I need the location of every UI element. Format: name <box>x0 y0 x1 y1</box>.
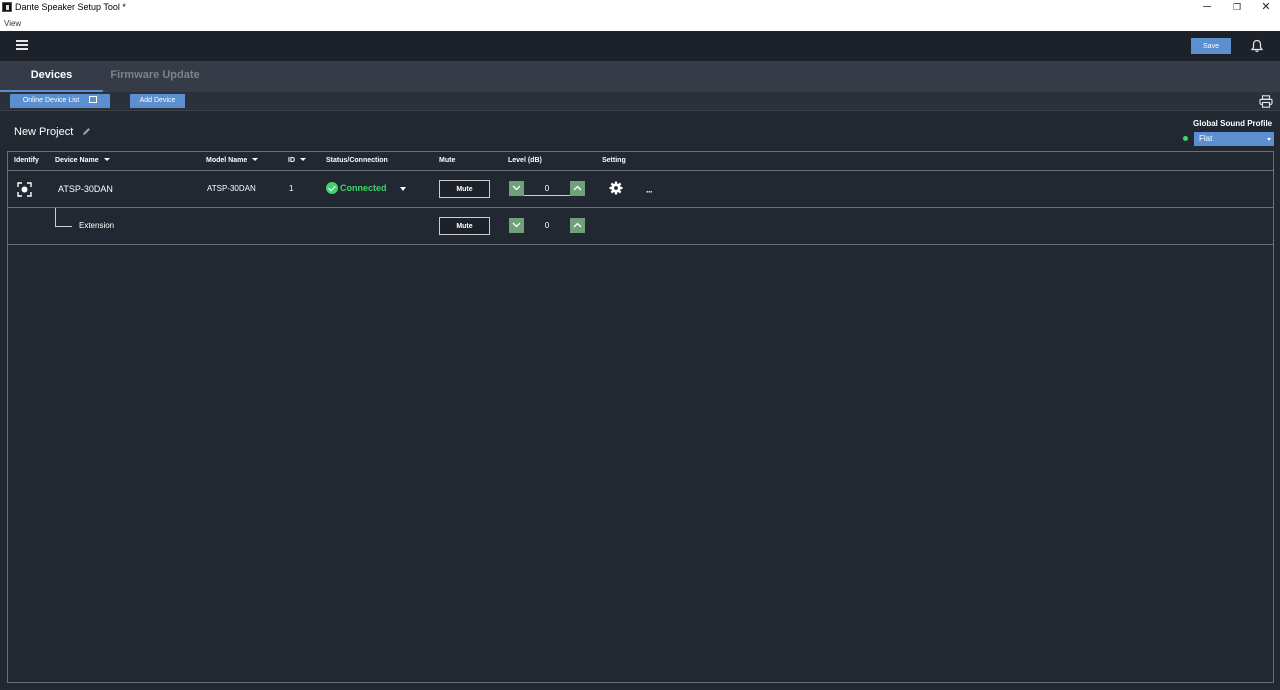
level-down-button[interactable] <box>509 218 524 233</box>
global-sound-profile-label: Global Sound Profile <box>1193 119 1273 128</box>
status-label: Connected <box>340 183 387 193</box>
edit-pencil-icon[interactable] <box>82 127 91 136</box>
level-down-button[interactable] <box>509 181 524 196</box>
status-dropdown-icon[interactable] <box>400 187 406 191</box>
device-name: ATSP-30DAN <box>58 184 113 194</box>
table-row: Extension Mute 0 <box>8 208 1273 245</box>
project-title: New Project <box>14 126 74 138</box>
dropdown-caret-icon <box>1267 138 1271 141</box>
extension-label: Extension <box>79 221 115 230</box>
app-header: Save <box>0 31 1280 61</box>
global-sound-profile-select[interactable]: Flat <box>1194 132 1274 146</box>
profile-status-dot <box>1183 136 1188 141</box>
save-button[interactable]: Save <box>1191 38 1231 54</box>
header-id[interactable]: ID <box>288 157 306 164</box>
header-identify: Identify <box>14 157 39 164</box>
sort-icon <box>252 158 259 161</box>
chevron-up-icon <box>573 222 582 228</box>
toolbar: Online Device List Add Device <box>0 92 1280 111</box>
level-up-button[interactable] <box>570 218 585 233</box>
header-id-label: ID <box>288 157 295 164</box>
table-row: ATSP-30DAN ATSP-30DAN 1 Connected Mute 0… <box>8 171 1273 208</box>
add-device-button[interactable]: Add Device <box>130 94 185 108</box>
level-value[interactable]: 0 <box>524 182 570 196</box>
menu-bar: View <box>0 15 1280 31</box>
level-value[interactable]: 0 <box>524 219 570 233</box>
header-device-name-label: Device Name <box>55 157 99 164</box>
level-up-button[interactable] <box>570 181 585 196</box>
header-status: Status/Connection <box>326 157 388 164</box>
header-setting: Setting <box>602 157 626 164</box>
online-device-list-label: Online Device List <box>22 97 80 104</box>
device-table: Identify Device Name Model Name ID Statu… <box>7 151 1274 683</box>
online-device-list-button[interactable]: Online Device List <box>10 94 110 108</box>
menu-view[interactable]: View <box>4 19 21 28</box>
header-device-name[interactable]: Device Name <box>55 157 110 164</box>
maximize-button[interactable]: ❐ <box>1222 0 1252 15</box>
check-circle-icon <box>326 182 338 194</box>
close-button[interactable]: ✕ <box>1251 0 1280 15</box>
mute-button[interactable]: Mute <box>439 180 490 198</box>
chevron-down-icon <box>512 185 521 191</box>
identify-icon[interactable] <box>17 182 32 197</box>
device-id: 1 <box>289 184 294 193</box>
tab-devices[interactable]: Devices <box>0 61 103 92</box>
window-title: Dante Speaker Setup Tool * <box>15 2 126 12</box>
bell-icon[interactable] <box>1250 39 1264 53</box>
sort-icon <box>103 158 110 161</box>
window-titlebar: Dante Speaker Setup Tool * ─ ❐ ✕ <box>0 0 1280 15</box>
chevron-down-icon <box>512 222 521 228</box>
tab-bar: Devices Firmware Update <box>0 61 1280 92</box>
header-mute: Mute <box>439 157 456 164</box>
app-icon <box>2 2 12 12</box>
hamburger-menu-icon[interactable] <box>16 40 28 50</box>
mute-button[interactable]: Mute <box>439 217 490 235</box>
chevron-up-icon <box>573 185 582 191</box>
header-model-name[interactable]: Model Name <box>206 157 259 164</box>
tab-firmware-update[interactable]: Firmware Update <box>103 61 207 92</box>
global-sound-profile-value: Flat <box>1199 134 1213 143</box>
status-connected: Connected <box>326 182 387 194</box>
minimize-button[interactable]: ─ <box>1192 0 1222 15</box>
model-name: ATSP-30DAN <box>207 184 256 193</box>
sort-icon <box>300 158 306 161</box>
header-level: Level (dB) <box>508 157 542 164</box>
gear-icon[interactable] <box>609 181 623 195</box>
panel-icon <box>89 96 98 103</box>
tree-connector <box>55 208 72 227</box>
table-header: Identify Device Name Model Name ID Statu… <box>8 152 1273 171</box>
header-model-name-label: Model Name <box>206 157 248 164</box>
more-options-icon[interactable]: ··· <box>646 187 653 197</box>
print-icon[interactable] <box>1259 95 1273 108</box>
